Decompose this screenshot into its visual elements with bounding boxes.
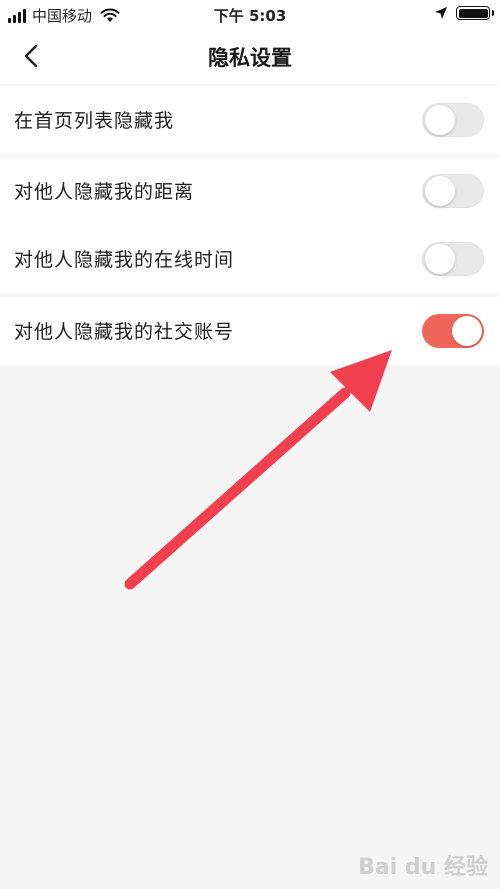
setting-row-hide-from-home-list: 在首页列表隐藏我 [0, 86, 500, 154]
setting-row-hide-online-time: 对他人隐藏我的在线时间 [0, 225, 500, 293]
page-title: 隐私设置 [208, 46, 292, 70]
toggle-knob [452, 316, 482, 346]
toggle-knob [425, 244, 455, 274]
nav-bar: 隐私设置 [0, 28, 500, 84]
setting-row-hide-social-accounts: 对他人隐藏我的社交账号 [0, 297, 500, 365]
status-right [434, 6, 494, 20]
hide-social-accounts-toggle[interactable] [422, 314, 484, 348]
toggle-knob [425, 105, 455, 135]
setting-label: 在首页列表隐藏我 [14, 110, 175, 132]
hide-from-home-list-toggle[interactable] [422, 103, 484, 137]
hide-online-time-toggle[interactable] [422, 242, 484, 276]
status-bar: 中国移动 下午 5:03 [0, 0, 500, 28]
location-icon [435, 7, 447, 19]
setting-label: 对他人隐藏我的在线时间 [14, 249, 235, 271]
baidu-watermark: Bai du 经验 [358, 855, 488, 880]
hide-distance-toggle[interactable] [422, 174, 484, 208]
setting-row-hide-distance: 对他人隐藏我的距离 [0, 157, 500, 225]
setting-label: 对他人隐藏我的社交账号 [14, 321, 235, 343]
status-time: 下午 5:03 [213, 7, 287, 25]
setting-label: 对他人隐藏我的距离 [14, 181, 195, 203]
toggle-knob [425, 176, 455, 206]
battery-icon [456, 6, 494, 20]
